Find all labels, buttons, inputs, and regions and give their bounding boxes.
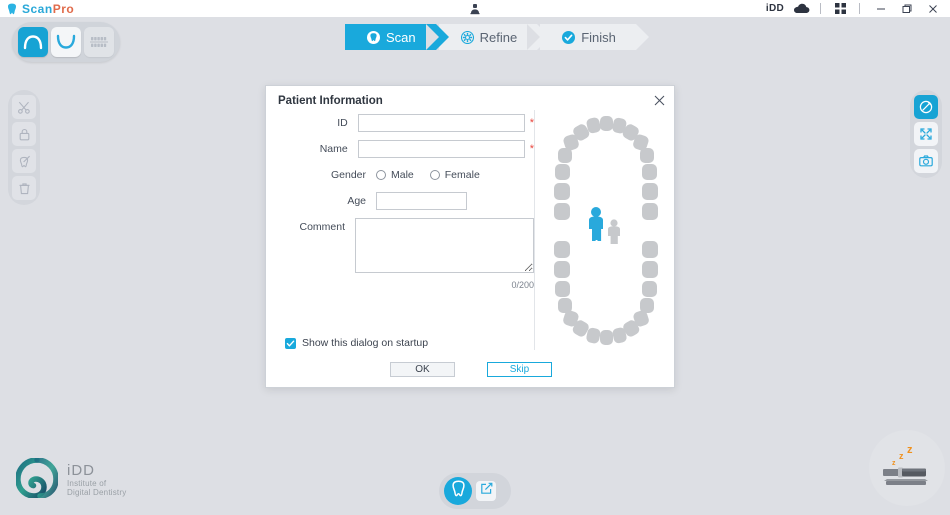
sleep-z-large: z <box>907 444 913 456</box>
fullscreen-tool[interactable] <box>914 122 938 146</box>
divider <box>820 3 821 14</box>
check-icon <box>562 30 576 44</box>
comment-label: Comment <box>299 221 345 233</box>
step-finish[interactable]: Finish <box>527 24 649 50</box>
patient-information-dialog: Patient Information ID * Name * Gender M… <box>265 85 675 388</box>
idd-sub-line2: Digital Dentistry <box>67 487 127 497</box>
tooth-icon <box>7 3 17 15</box>
comment-textarea[interactable] <box>355 218 534 273</box>
gender-male-radio[interactable]: Male <box>376 169 414 181</box>
lock-tool[interactable] <box>12 122 36 146</box>
right-tool-rail <box>910 90 942 178</box>
gender-label: Gender <box>330 169 366 181</box>
skip-button[interactable]: Skip <box>487 362 552 377</box>
id-label: ID <box>337 117 348 129</box>
step-scan-label: Scan <box>386 29 416 45</box>
show-on-startup-row[interactable]: Show this dialog on startup <box>285 337 428 349</box>
checkbox-checked-icon[interactable] <box>285 337 296 349</box>
app-brand: ScanPro <box>0 2 74 16</box>
edit-patient-button[interactable] <box>476 481 496 501</box>
gender-female-label: Female <box>444 169 480 181</box>
gender-male-label: Male <box>391 169 414 181</box>
cloud-icon[interactable] <box>790 0 812 17</box>
radio-circle-icon <box>429 170 440 180</box>
adult-child-patient-icon <box>589 207 620 244</box>
delete-tool[interactable] <box>12 176 36 200</box>
age-input[interactable] <box>376 192 467 210</box>
screenshot-tool[interactable] <box>914 149 938 173</box>
upper-arch-button[interactable] <box>18 27 48 57</box>
patient-person-icon[interactable] <box>464 0 486 17</box>
close-window-icon[interactable] <box>920 0 946 17</box>
app-title: ScanPro <box>22 1 75 16</box>
grid-apps-icon[interactable] <box>829 0 851 17</box>
field-name-row: Name * <box>266 140 534 158</box>
ok-button[interactable]: OK <box>390 362 455 377</box>
idd-branding: iDD Institute of Digital Dentistry <box>15 457 127 503</box>
gender-radio-group: Male Female <box>376 166 480 184</box>
age-label: Age <box>347 195 366 207</box>
id-required-marker: * <box>529 117 534 129</box>
close-icon[interactable] <box>650 91 668 109</box>
step-refine-label: Refine <box>479 29 518 45</box>
tooth-tool[interactable] <box>12 149 36 173</box>
radio-circle-icon <box>376 170 386 180</box>
scan-icon <box>367 30 380 44</box>
comment-counter: 0/200 <box>511 280 534 290</box>
name-required-marker: * <box>529 143 534 155</box>
idd-triangle-logo <box>15 457 59 503</box>
view-mode-tool[interactable] <box>914 95 938 119</box>
application-window: ScanPro iDD Scan Refine Finish Patient I… <box>0 0 950 515</box>
id-input[interactable] <box>357 114 525 132</box>
comment-wrapper: 0/200 <box>355 218 534 290</box>
field-gender-row: Gender Male Female <box>266 166 534 184</box>
dialog-button-row: OK Skip <box>266 362 676 377</box>
gender-female-radio[interactable]: Female <box>429 169 480 181</box>
gear-icon <box>460 30 474 44</box>
show-on-startup-label: Show this dialog on startup <box>302 337 429 349</box>
patient-form: ID * Name * Gender Male Female Age Comme… <box>266 114 534 298</box>
step-refine[interactable]: Refine <box>425 24 550 50</box>
restore-window-icon[interactable] <box>894 0 920 17</box>
minimize-icon[interactable] <box>868 0 894 17</box>
tooth-chart <box>536 108 676 353</box>
dental-arch-diagram <box>554 116 658 345</box>
field-age-row: Age <box>266 192 534 210</box>
workflow-steps: Scan Refine Finish <box>332 24 649 50</box>
arch-selector-toolbar <box>12 22 120 62</box>
edit-pencil-icon <box>480 482 493 500</box>
step-scan[interactable]: Scan <box>332 24 449 50</box>
title-bar-right: iDD <box>760 0 950 17</box>
name-label: Name <box>319 143 348 155</box>
sleep-z-small: z <box>892 460 896 467</box>
tooth-scan-button[interactable] <box>444 477 472 505</box>
scan-mode-pill <box>439 473 511 509</box>
left-tool-rail <box>8 90 40 205</box>
step-finish-label: Finish <box>581 29 616 45</box>
sleep-z-mid: z <box>899 451 904 461</box>
idd-text-block: iDD Institute of Digital Dentistry <box>67 462 127 498</box>
scanner-sleeping-icon: z z z <box>877 438 937 499</box>
dialog-divider <box>534 110 535 350</box>
account-label[interactable]: iDD <box>760 3 790 14</box>
lower-arch-button[interactable] <box>51 27 81 57</box>
scanner-status: z z z <box>869 430 945 506</box>
idd-name: iDD <box>67 462 95 480</box>
name-input[interactable] <box>357 140 525 158</box>
dialog-title: Patient Information <box>278 95 383 107</box>
divider <box>859 3 860 14</box>
cut-tool[interactable] <box>12 95 36 119</box>
title-bar: ScanPro iDD <box>0 0 950 17</box>
field-comment-row: Comment 0/200 <box>266 218 534 290</box>
field-id-row: ID * <box>266 114 534 132</box>
bite-registration-button[interactable] <box>84 27 114 57</box>
tooth-icon <box>450 479 467 503</box>
